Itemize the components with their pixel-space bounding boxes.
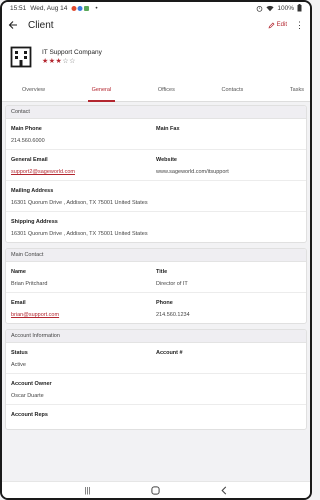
contact-name-label: Name bbox=[11, 269, 26, 275]
more-options-icon[interactable]: ⋮ bbox=[295, 20, 304, 30]
contact-section-title: Contact bbox=[6, 106, 306, 119]
edit-button[interactable]: Edit bbox=[268, 22, 287, 29]
main-phone-label: Main Phone bbox=[11, 126, 42, 132]
mailing-address-value: 16301 Quorum Drive , Addison, TX 75001 U… bbox=[11, 200, 148, 206]
main-fax-label: Main Fax bbox=[156, 126, 180, 132]
app-bar: Client Edit ⋮ bbox=[2, 14, 310, 36]
rating-filled-stars: ★★★ bbox=[42, 58, 63, 65]
main-contact-section-title: Main Contact bbox=[6, 249, 306, 262]
contact-email-label: Email bbox=[11, 300, 26, 306]
pencil-icon bbox=[268, 22, 275, 28]
contact-phone-value[interactable]: 214.560.1234 bbox=[156, 312, 301, 318]
general-email-link[interactable]: support2@sageworld.com bbox=[11, 169, 156, 175]
contact-name-value: Brian Pritchard bbox=[11, 281, 48, 287]
rating-stars: ★★★☆☆ bbox=[42, 57, 102, 65]
rating-empty-stars: ☆☆ bbox=[62, 58, 76, 65]
status-date: Wed, Aug 14 bbox=[30, 4, 68, 12]
account-number-label: Account # bbox=[156, 350, 183, 356]
building-icon bbox=[10, 46, 32, 68]
account-info-section-title: Account Information bbox=[6, 330, 306, 343]
general-content[interactable]: Contact Main Phone 214.560.6000 Main Fax… bbox=[2, 102, 310, 430]
shipping-address-label: Shipping Address bbox=[11, 219, 58, 225]
battery-icon bbox=[297, 4, 302, 12]
status-value: Active bbox=[11, 362, 26, 368]
tab-offices[interactable]: Offices bbox=[158, 78, 175, 102]
company-header: IT Support Company ★★★☆☆ bbox=[2, 36, 310, 78]
website-value[interactable]: www.sageworld.com/itsupport bbox=[156, 169, 301, 175]
general-email-label: General Email bbox=[11, 157, 48, 163]
account-row-status: Status Active Account # bbox=[6, 343, 306, 374]
edit-label: Edit bbox=[276, 22, 287, 28]
tab-tasks[interactable]: Tasks bbox=[290, 78, 304, 102]
account-row-owner: Account Owner Oscar Duarte bbox=[6, 374, 306, 405]
contact-title-label: Title bbox=[156, 269, 168, 275]
account-owner-value: Oscar Duarte bbox=[11, 393, 44, 399]
main-contact-section: Main Contact Name Brian Pritchard Title … bbox=[5, 248, 307, 324]
contact-section: Contact Main Phone 214.560.6000 Main Fax… bbox=[5, 105, 307, 243]
wifi-icon bbox=[266, 5, 274, 11]
tab-overview[interactable]: Overview bbox=[22, 78, 45, 102]
contact-row-shipping: Shipping Address 16301 Quorum Drive , Ad… bbox=[6, 212, 306, 242]
page-title: Client bbox=[28, 19, 54, 31]
main-contact-row-name: Name Brian Pritchard Title Director of I… bbox=[6, 262, 306, 293]
contact-row-mailing: Mailing Address 16301 Quorum Drive , Add… bbox=[6, 181, 306, 212]
website-label: Website bbox=[156, 157, 177, 163]
account-row-reps: Account Reps bbox=[6, 405, 306, 429]
contact-title-value: Director of IT bbox=[156, 281, 188, 287]
tab-contacts[interactable]: Contacts bbox=[222, 78, 244, 102]
system-back-icon[interactable] bbox=[220, 486, 228, 495]
account-reps-label: Account Reps bbox=[11, 412, 48, 418]
status-label: Status bbox=[11, 350, 28, 356]
shipping-address-value: 16301 Quorum Drive , Addison, TX 75001 U… bbox=[11, 231, 148, 237]
recent-apps-icon[interactable]: ||| bbox=[84, 486, 90, 495]
status-time: 15:51 bbox=[10, 4, 27, 12]
home-icon[interactable] bbox=[151, 485, 160, 495]
battery-level: 100% bbox=[277, 4, 294, 12]
tab-bar: Overview General Offices Contacts Tasks bbox=[2, 78, 310, 102]
back-arrow-icon[interactable] bbox=[8, 20, 18, 30]
alarm-icon bbox=[257, 5, 263, 12]
main-phone-value[interactable]: 214.560.6000 bbox=[11, 138, 156, 144]
system-nav-bar: ||| bbox=[2, 481, 310, 498]
mailing-address-label: Mailing Address bbox=[11, 188, 54, 194]
account-info-section: Account Information Status Active Accoun… bbox=[5, 329, 307, 430]
account-owner-label: Account Owner bbox=[11, 381, 52, 387]
more-notifications-icon: • bbox=[95, 4, 98, 12]
company-name: IT Support Company bbox=[42, 49, 102, 56]
contact-row-email: General Email support2@sageworld.com Web… bbox=[6, 150, 306, 181]
main-contact-row-email: Email brian@support.com Phone 214.560.12… bbox=[6, 293, 306, 323]
status-bar: 15:51 Wed, Aug 14 • 100% bbox=[2, 2, 310, 14]
contact-email-link[interactable]: brian@support.com bbox=[11, 312, 156, 318]
notification-icons bbox=[71, 5, 90, 11]
contact-phone-label: Phone bbox=[156, 300, 173, 306]
device-frame: 15:51 Wed, Aug 14 • 100% Client Edit ⋮ I… bbox=[0, 0, 312, 500]
contact-row-phone: Main Phone 214.560.6000 Main Fax bbox=[6, 119, 306, 150]
tab-general[interactable]: General bbox=[87, 78, 115, 102]
